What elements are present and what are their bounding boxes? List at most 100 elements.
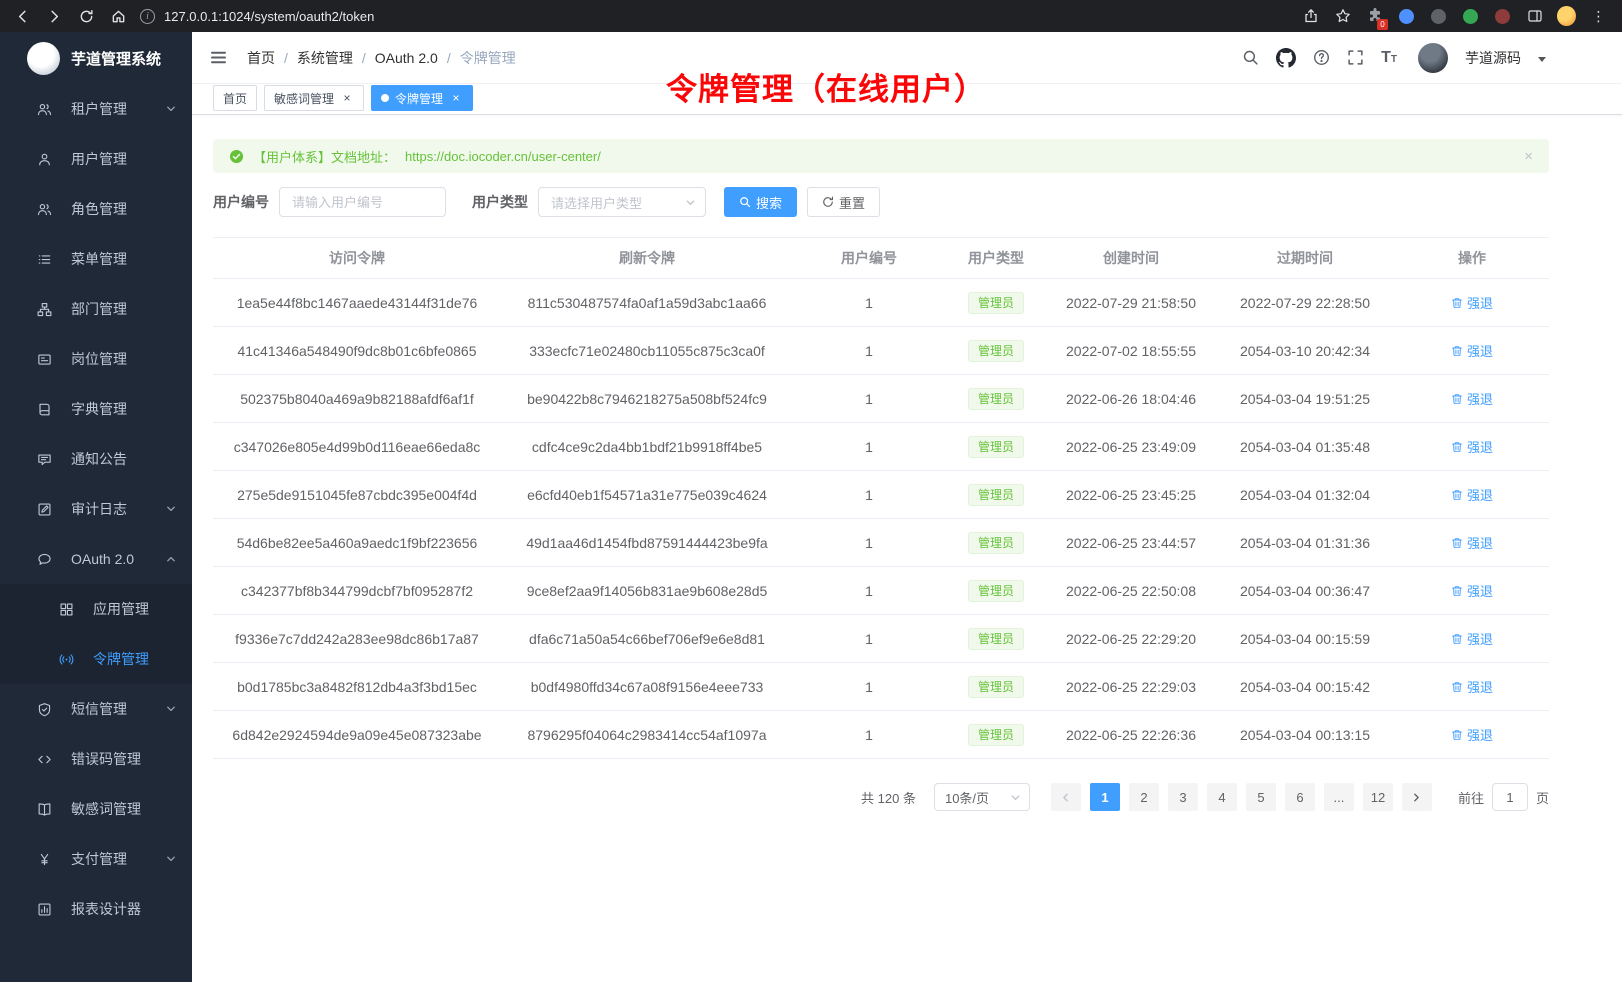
sidebar-item-post[interactable]: 岗位管理 [0,334,192,384]
url-text[interactable]: 127.0.0.1:1024/system/oauth2/token [164,9,374,24]
chevron-down-icon[interactable] [1538,57,1546,62]
green-extension-icon[interactable] [1461,7,1480,26]
user-id-cell: 1 [793,567,945,615]
sidebar-item-oauth2[interactable]: OAuth 2.0 [0,534,192,584]
force-logout-button[interactable]: 强退 [1451,437,1493,456]
force-logout-button[interactable]: 强退 [1451,341,1493,360]
sidebar-item-tenant[interactable]: 租户管理 [0,84,192,134]
page-button-1[interactable]: 1 [1090,783,1120,811]
user-type-badge: 管理员 [968,484,1024,506]
extension-with-badge-icon[interactable]: 0 [1365,7,1384,26]
gray-extension-icon[interactable] [1429,7,1448,26]
sidebar-item-dept[interactable]: 部门管理 [0,284,192,334]
table-row: b0d1785bc3a8482f812db4a3f3bd15ecb0df4980… [213,663,1549,711]
force-logout-button[interactable]: 强退 [1451,485,1493,504]
search-button[interactable]: 搜索 [724,187,797,217]
breadcrumb-oauth2[interactable]: OAuth 2.0 [375,50,438,66]
force-logout-button[interactable]: 强退 [1451,677,1493,696]
code-icon [37,752,52,767]
sidebar-item-audit-log[interactable]: 审计日志 [0,484,192,534]
force-logout-button[interactable]: 强退 [1451,629,1493,648]
table-row: 41c41346a548490f9dc8b01c6bfe0865333ecfc7… [213,327,1549,375]
url-bar[interactable]: i 127.0.0.1:1024/system/oauth2/token [140,9,1301,24]
breadcrumb-system[interactable]: 系统管理 [297,48,353,68]
next-page-button[interactable] [1402,783,1432,811]
help-icon[interactable] [1313,49,1330,66]
create-time-cell: 2022-06-25 23:45:25 [1047,471,1215,519]
tab-close-icon[interactable]: × [340,91,354,105]
access-token-cell: c342377bf8b344799dcbf7bf095287f2 [213,567,501,615]
tab-close-icon[interactable]: × [449,91,463,105]
home-button[interactable] [106,4,130,28]
sidebar-item-dict[interactable]: 字典管理 [0,384,192,434]
chevron-down-icon [165,703,177,715]
force-logout-button[interactable]: 强退 [1451,725,1493,744]
sidebar-item-error-code[interactable]: 错误码管理 [0,734,192,784]
sidebar-item-oauth2-application[interactable]: 应用管理 [0,584,192,634]
site-info-icon[interactable]: i [140,9,155,24]
pager-more-button[interactable]: ... [1324,783,1354,811]
page-button-12[interactable]: 12 [1363,783,1393,811]
goto-page-input[interactable] [1492,783,1528,811]
expire-time-cell: 2054-03-04 19:51:25 [1215,375,1395,423]
token-table: 访问令牌刷新令牌用户编号用户类型创建时间过期时间操作 1ea5e44f8bc14… [213,237,1549,759]
sidebar-item-menu[interactable]: 菜单管理 [0,234,192,284]
page-button-5[interactable]: 5 [1246,783,1276,811]
page-button-6[interactable]: 6 [1285,783,1315,811]
access-token-cell: 1ea5e44f8bc1467aaede43144f31de76 [213,279,501,327]
users-icon [37,202,52,217]
logo-image [27,42,60,75]
breadcrumb-home[interactable]: 首页 [247,48,275,68]
create-time-cell: 2022-06-25 22:26:36 [1047,711,1215,759]
back-button[interactable] [10,4,34,28]
prev-page-button[interactable] [1051,783,1081,811]
search-icon[interactable] [1242,49,1259,66]
table-row: 6d842e2924594de9a09e45e087323abe8796295f… [213,711,1549,759]
page-button-2[interactable]: 2 [1129,783,1159,811]
sidebar-toggle-button[interactable] [209,48,228,67]
expire-time-cell: 2054-03-04 00:36:47 [1215,567,1395,615]
sidebar-item-sensitive-word[interactable]: 敏感词管理 [0,784,192,834]
force-logout-button[interactable]: 强退 [1451,389,1493,408]
expire-time-cell: 2054-03-04 01:31:36 [1215,519,1395,567]
table-header-row: 访问令牌刷新令牌用户编号用户类型创建时间过期时间操作 [213,238,1549,279]
page-button-3[interactable]: 3 [1168,783,1198,811]
share-icon[interactable] [1301,7,1320,26]
sidebar-item-user[interactable]: 用户管理 [0,134,192,184]
tab-token[interactable]: 令牌管理× [371,85,473,111]
user-avatar[interactable] [1418,43,1448,73]
user-id-input[interactable] [279,187,446,217]
user-type-badge: 管理员 [968,628,1024,650]
forward-button[interactable] [42,4,66,28]
force-logout-button[interactable]: 强退 [1451,581,1493,600]
tab-home[interactable]: 首页 [213,85,257,111]
bookmark-star-icon[interactable] [1333,7,1352,26]
profile-avatar-icon[interactable] [1557,7,1576,26]
reset-button[interactable]: 重置 [807,187,880,217]
alert-doc-link[interactable]: https://doc.iocoder.cn/user-center/ [405,149,601,164]
blue-extension-icon[interactable] [1397,7,1416,26]
alert-close-icon[interactable]: × [1524,148,1533,165]
more-menu-icon[interactable]: ⋮ [1589,7,1608,26]
sidebar-item-notice[interactable]: 通知公告 [0,434,192,484]
sidebar-item-oauth2-token[interactable]: 令牌管理 [0,634,192,684]
sidebar-item-role[interactable]: 角色管理 [0,184,192,234]
tab-sensitive-word[interactable]: 敏感词管理× [264,85,364,111]
sidebar-item-report-designer[interactable]: 报表设计器 [0,884,192,934]
fullscreen-icon[interactable] [1347,49,1364,66]
page-button-4[interactable]: 4 [1207,783,1237,811]
user-type-select[interactable]: 请选择用户类型 [538,187,706,217]
app-logo[interactable]: 芋道管理系统 [0,32,192,84]
font-size-icon[interactable]: TT [1381,49,1397,67]
user-name[interactable]: 芋道源码 [1465,48,1521,68]
github-icon[interactable] [1276,48,1296,68]
page-size-select[interactable]: 10条/页 [934,783,1030,811]
refresh-token-cell: 9ce8ef2aa9f14056b831ae9b608e28d5 [501,567,793,615]
side-panel-icon[interactable] [1525,7,1544,26]
sidebar-item-pay[interactable]: 支付管理 [0,834,192,884]
red-extension-icon[interactable] [1493,7,1512,26]
force-logout-button[interactable]: 强退 [1451,533,1493,552]
sidebar-item-sms[interactable]: 短信管理 [0,684,192,734]
reload-button[interactable] [74,4,98,28]
force-logout-button[interactable]: 强退 [1451,293,1493,312]
